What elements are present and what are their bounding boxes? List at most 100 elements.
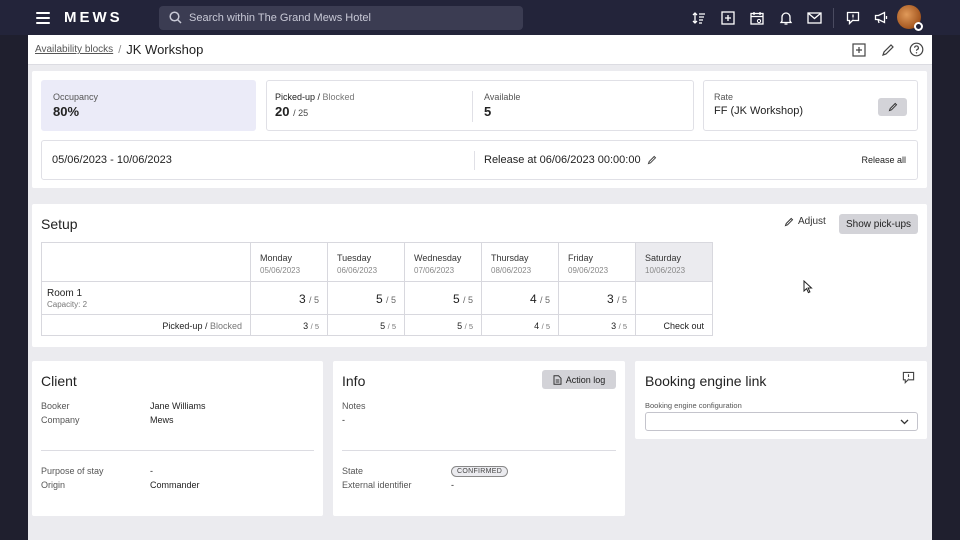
edit-release-icon[interactable] <box>647 155 657 165</box>
footer-value-cell: 3 / 5 <box>558 314 636 336</box>
picked-up-value: 20 <box>275 104 290 119</box>
divider <box>833 7 834 28</box>
room-value-cell[interactable]: 3 / 5 <box>558 281 636 315</box>
booking-engine-card: Booking engine link Booking engine confi… <box>635 361 927 439</box>
table-header-row: Monday 05/06/2023 Tuesday 06/06/2023 Wedne… <box>41 242 713 282</box>
room-value-cell[interactable]: 5 / 5 <box>404 281 482 315</box>
room-value-cell[interactable]: 5 / 5 <box>327 281 405 315</box>
day-header-monday: Monday 05/06/2023 <box>250 242 328 282</box>
edit-rate-button[interactable] <box>878 98 907 116</box>
day-header-thursday: Thursday 08/06/2023 <box>481 242 559 282</box>
chevron-down-icon <box>900 419 909 425</box>
booking-config-label: Booking engine configuration <box>645 401 742 410</box>
action-log-button[interactable]: Action log <box>542 370 616 389</box>
empty-header-cell <box>41 242 251 282</box>
state-label: State <box>342 466 364 476</box>
release-text: Release at 06/06/2023 00:00:00 <box>484 154 641 166</box>
top-bar: MEWS Search within The Grand Mews Hotel <box>0 0 960 35</box>
notes-value: - <box>342 415 345 425</box>
label-separator: / <box>315 92 323 102</box>
rate-box: Rate FF (JK Workshop) <box>703 80 918 131</box>
available-value: 5 <box>484 104 492 119</box>
room-name: Room 1 <box>47 288 83 299</box>
status-badge: CONFIRMED <box>451 466 509 477</box>
company-value: Mews <box>150 415 174 425</box>
feedback-icon[interactable] <box>838 0 867 35</box>
action-log-label: Action log <box>565 374 606 385</box>
day-header-tuesday: Tuesday 06/06/2023 <box>327 242 405 282</box>
pencil-icon <box>784 217 794 226</box>
picked-up-label: Picked-up <box>275 92 316 102</box>
room-value-cell[interactable]: 4 / 5 <box>481 281 559 315</box>
client-title: Client <box>41 373 77 389</box>
table-row: Room 1 Capacity: 2 3 / 5 5 / 5 5 / 5 4 / … <box>41 281 713 315</box>
mouse-cursor <box>803 280 813 294</box>
mail-icon[interactable] <box>800 0 829 35</box>
booker-label: Booker <box>41 401 70 411</box>
booking-config-select[interactable] <box>645 412 918 431</box>
day-header-friday: Friday 09/06/2023 <box>558 242 636 282</box>
page-title: JK Workshop <box>126 42 204 57</box>
info-title: Info <box>342 373 366 389</box>
pickup-box: Picked-up / Blocked 20 / 25 Available 5 <box>266 80 694 131</box>
adjust-button[interactable]: Adjust <box>784 216 826 227</box>
megaphone-icon[interactable] <box>867 0 896 35</box>
document-icon <box>553 374 562 385</box>
menu-icon[interactable] <box>36 11 50 24</box>
search-icon <box>169 11 182 24</box>
footer-value-cell: 3 / 5 <box>250 314 328 336</box>
purpose-value: - <box>150 466 153 476</box>
footer-label-cell: Picked-up / Blocked <box>41 314 251 336</box>
add-box-icon[interactable] <box>713 0 742 35</box>
summary-card: Occupancy 80% Picked-up / Blocked 20 / 2… <box>32 71 927 188</box>
divider <box>474 151 475 170</box>
adjust-label: Adjust <box>798 216 826 227</box>
app-logo[interactable]: MEWS <box>64 9 146 26</box>
bell-icon[interactable] <box>771 0 800 35</box>
table-footer-row: Picked-up / Blocked 3 / 5 5 / 5 5 / 5 4 … <box>41 314 713 336</box>
checkout-cell: Check out <box>635 314 713 336</box>
search-input[interactable]: Search within The Grand Mews Hotel <box>159 5 523 30</box>
room-capacity: Capacity: 2 <box>47 300 88 309</box>
setup-title: Setup <box>41 216 78 232</box>
occupancy-box: Occupancy 80% <box>41 80 256 131</box>
footer-value-cell: 5 / 5 <box>404 314 482 336</box>
day-header-saturday: Saturday 10/06/2023 <box>635 242 713 282</box>
room-cell: Room 1 Capacity: 2 <box>41 281 251 315</box>
dates-box: 05/06/2023 - 10/06/2023 Release at 06/06… <box>41 140 918 180</box>
breadcrumb-separator: / <box>118 43 122 56</box>
status-dot <box>914 22 923 31</box>
external-id-value: - <box>451 480 454 490</box>
occupancy-value: 80% <box>53 104 80 119</box>
notes-label: Notes <box>342 401 366 411</box>
blocked-label: Blocked <box>322 92 355 102</box>
divider <box>41 450 314 451</box>
feedback-icon[interactable] <box>902 371 915 387</box>
availability-grid: Monday 05/06/2023 Tuesday 06/06/2023 Wedne… <box>41 242 713 336</box>
rate-value: FF (JK Workshop) <box>714 105 804 117</box>
available-label: Available <box>484 92 521 102</box>
setup-card: Setup Adjust Show pick-ups Monday 05/06/2… <box>32 204 927 347</box>
external-id-label: External identifier <box>342 480 412 490</box>
footer-value-cell: 5 / 5 <box>327 314 405 336</box>
booker-value: Jane Williams <box>150 401 206 411</box>
origin-value: Commander <box>150 480 200 490</box>
sort-icon[interactable] <box>684 0 713 35</box>
help-icon[interactable] <box>907 40 926 59</box>
breadcrumb-parent-link[interactable]: Availability blocks <box>35 44 113 55</box>
avatar[interactable] <box>897 5 923 31</box>
calendar-icon[interactable] <box>742 0 771 35</box>
date-range: 05/06/2023 - 10/06/2023 <box>52 154 172 166</box>
purpose-label: Purpose of stay <box>41 466 104 476</box>
client-card: Client Booker Jane Williams Company Mews… <box>32 361 323 516</box>
origin-label: Origin <box>41 480 66 490</box>
show-pickups-button[interactable]: Show pick-ups <box>839 214 918 234</box>
edit-icon[interactable] <box>878 40 897 59</box>
booking-title: Booking engine link <box>645 373 767 389</box>
add-icon[interactable] <box>849 40 868 59</box>
room-value-cell[interactable]: 3 / 5 <box>250 281 328 315</box>
pencil-icon <box>888 102 897 112</box>
release-all-button[interactable]: Release all <box>861 155 906 165</box>
occupancy-label: Occupancy <box>53 92 99 102</box>
day-header-wednesday: Wednesday 07/06/2023 <box>404 242 482 282</box>
